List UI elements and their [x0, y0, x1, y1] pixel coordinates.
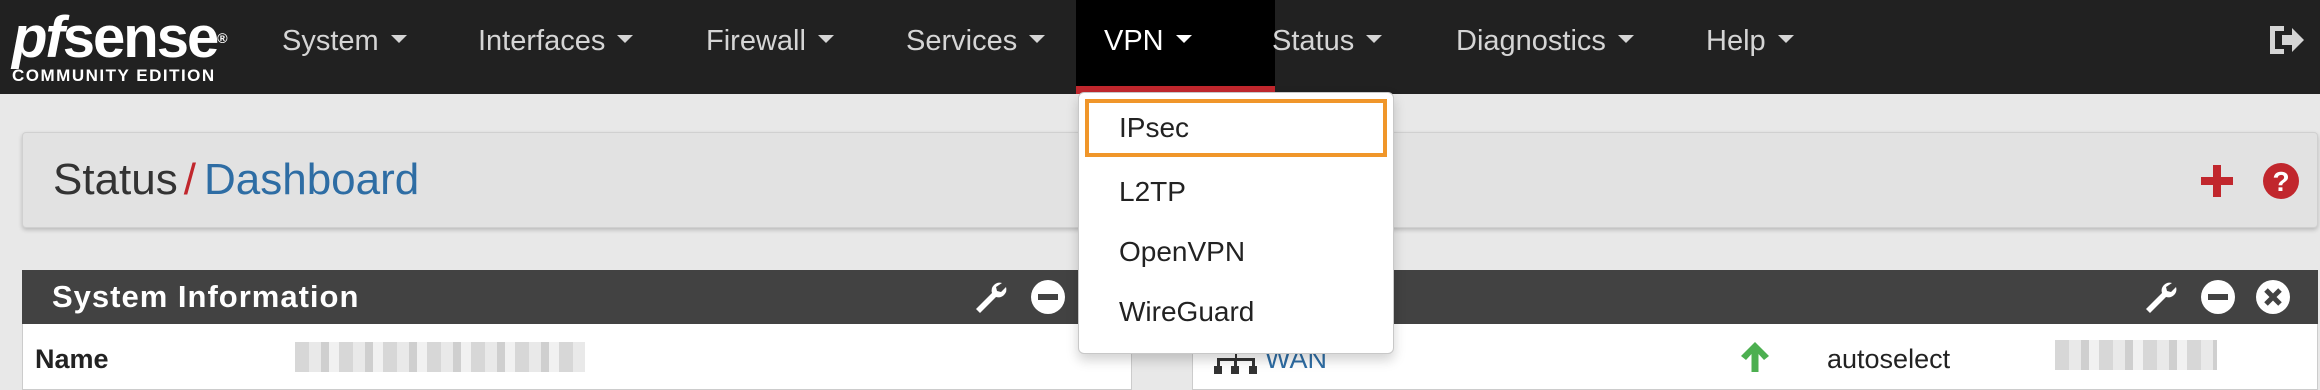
minus-circle-icon[interactable]	[1030, 279, 1066, 323]
caret-down-icon	[617, 35, 634, 44]
plus-icon[interactable]	[2199, 159, 2235, 208]
nav-firewall-label: Firewall	[706, 25, 806, 57]
interface-media: autoselect	[1827, 344, 1951, 374]
pfsense-logo[interactable]: pfsense® COMMUNITY EDITION	[12, 5, 228, 86]
nav-interfaces[interactable]: Interfaces	[450, 0, 661, 94]
wrench-icon[interactable]	[2142, 279, 2180, 323]
caret-down-icon	[1366, 35, 1383, 44]
caret-down-icon	[1029, 35, 1046, 44]
close-circle-icon[interactable]	[2255, 279, 2291, 323]
nav-system-label: System	[282, 25, 379, 57]
menu-item-wireguard[interactable]: WireGuard	[1079, 283, 1393, 341]
menu-item-ipsec[interactable]: IPsec	[1085, 99, 1387, 157]
system-information-panel: Name	[22, 324, 1132, 390]
panel-title: System Information	[52, 279, 360, 314]
breadcrumb-separator: /	[183, 155, 196, 204]
redacted-ip-address	[2055, 340, 2217, 370]
svg-text:?: ?	[2272, 166, 2289, 197]
menu-item-l2tp[interactable]: L2TP	[1079, 163, 1393, 221]
panel-controls	[2132, 279, 2291, 315]
nav-diagnostics-label: Diagnostics	[1456, 25, 1606, 57]
page-title: Status / Dashboard	[53, 155, 419, 205]
redacted-hostname	[295, 342, 585, 372]
name-label: Name	[35, 344, 109, 374]
nav-vpn-label: VPN	[1104, 25, 1164, 57]
nav-interfaces-label: Interfaces	[478, 25, 606, 57]
logo-wordmark: pfsense®	[12, 5, 228, 70]
nav-services[interactable]: Services	[878, 0, 1073, 94]
menu-item-openvpn[interactable]: OpenVPN	[1079, 223, 1393, 281]
breadcrumb-dashboard-link[interactable]: Dashboard	[204, 155, 419, 204]
top-navbar: pfsense® COMMUNITY EDITION System Interf…	[0, 0, 2320, 94]
arrow-up-icon	[1739, 340, 1771, 379]
caret-down-icon	[1617, 35, 1634, 44]
breadcrumb-actions: ?	[2177, 159, 2301, 203]
caret-down-icon	[817, 35, 834, 44]
nav-system[interactable]: System	[254, 0, 435, 94]
breadcrumb-section: Status	[53, 155, 178, 204]
nav-status[interactable]: Status	[1244, 0, 1410, 94]
logo-edition: COMMUNITY EDITION	[12, 66, 216, 85]
caret-down-icon	[1175, 35, 1192, 44]
nav-help[interactable]: Help	[1678, 0, 1822, 94]
caret-down-icon	[1777, 35, 1794, 44]
system-information-panel-header: System Information	[22, 270, 1132, 324]
nav-help-label: Help	[1706, 25, 1766, 57]
nav-status-label: Status	[1272, 25, 1355, 57]
nav-services-label: Services	[906, 25, 1018, 57]
caret-down-icon	[390, 35, 407, 44]
wrench-icon[interactable]	[972, 279, 1010, 323]
nav-diagnostics[interactable]: Diagnostics	[1428, 0, 1662, 94]
question-circle-icon[interactable]: ?	[2261, 159, 2301, 208]
nav-firewall[interactable]: Firewall	[678, 0, 862, 94]
sign-out-icon[interactable]	[2266, 20, 2306, 60]
minus-circle-icon[interactable]	[2200, 279, 2236, 323]
vpn-dropdown-menu: IPsec L2TP OpenVPN WireGuard	[1078, 92, 1394, 354]
